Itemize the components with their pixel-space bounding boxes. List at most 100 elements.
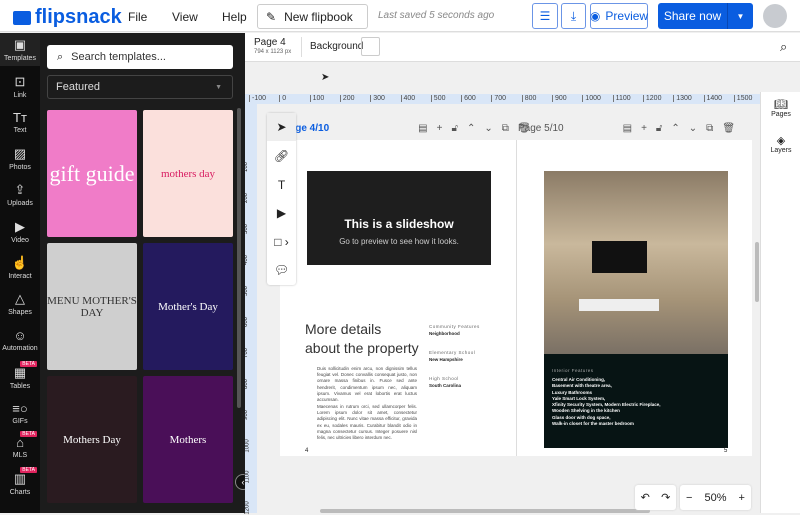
eye-icon: ◉: [589, 9, 601, 23]
rail-item-uploads[interactable]: ⇪ Uploads: [0, 182, 40, 207]
logo[interactable]: flipsnack: [13, 6, 122, 29]
tv-image: [592, 241, 647, 273]
text-icon: Tт: [13, 110, 27, 125]
rail-item-gifs[interactable]: ≡○ GIFs: [0, 401, 40, 425]
download-button[interactable]: ⤓: [561, 3, 586, 29]
ruler-tick: 1500: [733, 95, 752, 102]
template-thumbnail[interactable]: Mothers: [143, 376, 233, 503]
flipbook-name: New flipbook: [284, 9, 353, 24]
preview-button[interactable]: ◉ Preview: [590, 3, 648, 29]
video-tool-icon[interactable]: ▶: [267, 199, 296, 227]
avatar[interactable]: [763, 4, 787, 28]
tables-icon: ▦: [13, 365, 27, 380]
rail-item-templates[interactable]: ▣ Templates: [0, 33, 40, 66]
interior-feature: Walk-in closet for the master bedroom: [552, 421, 634, 427]
template-title: Mother's Day: [158, 300, 218, 313]
template-thumbnail[interactable]: mothers day: [143, 110, 233, 237]
top-bar: flipsnack File View Help ✎ New flipbook L…: [0, 0, 800, 32]
zoom-in-icon[interactable]: +: [739, 492, 745, 504]
text-tool-icon[interactable]: T: [267, 171, 296, 199]
template-title: Mothers Day: [63, 433, 121, 446]
menu-help[interactable]: Help: [222, 10, 247, 24]
delete-icon[interactable]: 🗑︎: [722, 123, 735, 134]
search-input[interactable]: ⌕ Search templates...: [47, 45, 233, 69]
zoom-out-icon[interactable]: −: [686, 492, 692, 504]
comment-icon[interactable]: ▤: [623, 123, 632, 134]
layers-label: Layers: [770, 147, 792, 154]
category-select[interactable]: Featured ▼: [47, 75, 233, 99]
panel-scrollbar[interactable]: [237, 108, 241, 408]
menu-file[interactable]: File: [128, 10, 147, 24]
zoom-controls: −50% +: [680, 485, 751, 510]
canvas-scrollbar-v[interactable]: [755, 242, 759, 302]
page-5[interactable]: Interior Features Central Air Conditioni…: [517, 140, 752, 456]
link-tool-icon[interactable]: 🔗︎: [267, 142, 296, 170]
move-up-icon[interactable]: ⌃: [671, 123, 679, 134]
rail-item-photos[interactable]: ▨ Photos: [0, 146, 40, 171]
rail-item-mls[interactable]: ⌂ MLS BETA: [0, 431, 40, 459]
menu-view[interactable]: View: [172, 10, 198, 24]
rail-item-interact[interactable]: ☝ Interact: [0, 255, 40, 280]
page-4[interactable]: This is a slideshow Go to preview to see…: [280, 140, 517, 456]
canvas-scrollbar-h[interactable]: [320, 509, 650, 513]
horizontal-ruler: -100 0 100 200 300 400 500 600 700 800 900 1000 1100…: [245, 94, 760, 104]
interior-photo[interactable]: [544, 171, 728, 354]
rail-item-charts[interactable]: ▥ Charts BETA: [0, 467, 40, 496]
lock-icon[interactable]: 🔓︎: [451, 123, 457, 134]
ruler-tick: 1300: [673, 95, 692, 102]
video-icon: ▶: [15, 219, 25, 234]
mls-icon: ⌂: [16, 435, 24, 450]
duplicate-icon[interactable]: ⧉: [706, 123, 713, 134]
undo-icon[interactable]: ↶: [641, 491, 650, 504]
comment-tool-icon[interactable]: 💬︎: [267, 256, 296, 284]
add-page-icon[interactable]: +: [641, 123, 647, 134]
duplicate-icon[interactable]: ⧉: [502, 123, 509, 134]
add-page-icon[interactable]: +: [437, 123, 443, 134]
template-thumbnail[interactable]: gift guide: [47, 110, 137, 237]
rail-label: Automation: [2, 345, 38, 352]
share-dropdown-icon[interactable]: ▼: [727, 3, 753, 29]
share-button[interactable]: Share now ▼: [658, 3, 753, 29]
redo-icon[interactable]: ↷: [661, 491, 670, 504]
shapes-icon: △: [15, 291, 25, 306]
beta-badge: BETA: [20, 361, 37, 367]
ruler-tick: 1000: [582, 95, 601, 102]
search-icon[interactable]: ⌕: [780, 39, 787, 55]
uploads-icon: ⇪: [14, 182, 26, 197]
rail-item-tables[interactable]: ▦ Tables BETA: [0, 361, 40, 390]
rail-item-shapes[interactable]: △ Shapes: [0, 291, 40, 316]
rail-item-link[interactable]: ⊡ Link: [0, 74, 40, 99]
interior-label: Interior Features: [552, 368, 594, 373]
shape-tool-icon[interactable]: □ ›: [267, 228, 296, 256]
slideshow[interactable]: This is a slideshow Go to preview to see…: [307, 171, 491, 265]
move-down-icon[interactable]: ⌄: [484, 123, 492, 134]
template-thumbnail[interactable]: MENU MOTHER'S DAY: [47, 243, 137, 370]
settings-button[interactable]: ☰: [532, 3, 558, 29]
move-down-icon[interactable]: ⌄: [689, 123, 697, 134]
ruler-tick: 1000: [244, 439, 251, 453]
comment-icon[interactable]: ▤: [418, 123, 427, 134]
lock-icon[interactable]: 🔓︎: [656, 123, 662, 134]
flipbook-name-field[interactable]: ✎ New flipbook: [257, 4, 368, 29]
download-icon: ⤓: [570, 8, 577, 23]
rail-item-text[interactable]: Tт Text: [0, 110, 40, 134]
layers-tab[interactable]: ◈ Layers: [761, 134, 800, 154]
logo-text: flipsnack: [35, 6, 122, 28]
paragraph-1: Duis sollicitudin enim arcu, non digniss…: [317, 366, 417, 403]
pages-tab[interactable]: 📖︎ Pages: [761, 98, 800, 118]
ruler-tick: 0: [279, 95, 286, 102]
template-thumbnail[interactable]: Mothers Day: [47, 376, 137, 503]
template-title: Mothers: [169, 433, 207, 446]
background-color-swatch[interactable]: [361, 37, 380, 56]
category-value: Featured: [56, 81, 101, 93]
rail-item-video[interactable]: ▶ Video: [0, 219, 40, 244]
template-thumbnail[interactable]: Mother's Day: [143, 243, 233, 370]
ruler-tick: 100: [309, 95, 324, 102]
move-up-icon[interactable]: ⌃: [467, 123, 475, 134]
select-tool-icon[interactable]: ➤: [267, 113, 296, 141]
page-label: Page 4: [254, 37, 286, 48]
page-number: 5: [724, 448, 728, 454]
rail-label: MLS: [12, 452, 28, 459]
rail-item-automation[interactable]: ☺ Automation: [0, 328, 40, 352]
pencil-icon: ✎: [266, 9, 277, 24]
